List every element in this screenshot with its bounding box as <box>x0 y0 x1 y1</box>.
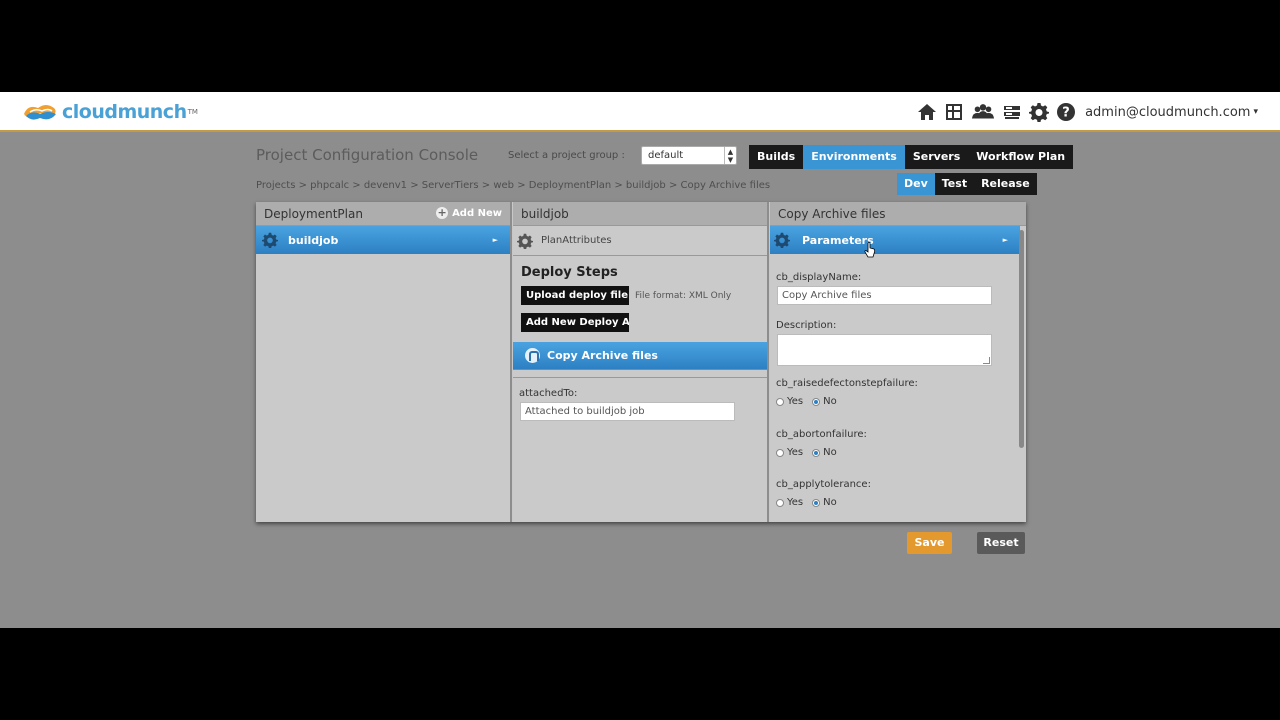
svg-text:?: ? <box>1062 106 1070 121</box>
tab-workflow-plan[interactable]: Workflow Plan <box>968 145 1073 169</box>
panels-container: DeploymentPlan + Add New buildjob ► buil… <box>256 202 1026 522</box>
servers-icon[interactable] <box>1001 101 1023 123</box>
raise-defect-radio-group: Yes No <box>770 396 1026 407</box>
chevron-right-icon: ► <box>492 236 498 244</box>
description-label: Description: <box>776 320 837 331</box>
logo-text: cloudmunch <box>62 101 187 123</box>
header-actions: ? admin@cloudmunch.com ▾ <box>911 92 1280 132</box>
user-menu[interactable]: admin@cloudmunch.com ▾ <box>1085 105 1258 120</box>
plus-icon: + <box>436 206 449 219</box>
top-bar: cloudmunch TM ? admin@cloudmunch.com ▾ <box>0 92 1280 132</box>
main-nav-tabs: Builds Environments Servers Workflow Pla… <box>749 145 1074 169</box>
app-window: cloudmunch TM ? admin@cloudmunch.com ▾ P… <box>0 92 1280 628</box>
raise-defect-no[interactable]: No <box>812 396 837 407</box>
description-textarea[interactable] <box>777 334 992 366</box>
add-new-button[interactable]: + Add New <box>436 207 502 219</box>
gear-icon[interactable] <box>1028 101 1050 123</box>
list-item-label: buildjob <box>288 233 339 247</box>
radio-yes[interactable] <box>776 498 784 507</box>
panel-header: Copy Archive files <box>770 202 1026 226</box>
scrollbar[interactable] <box>1019 230 1024 448</box>
tolerance-yes[interactable]: Yes <box>776 497 803 508</box>
plan-attributes-label: PlanAttributes <box>541 235 612 246</box>
users-icon[interactable] <box>970 101 996 123</box>
display-name-field[interactable]: Copy Archive files <box>777 286 992 305</box>
gear-icon <box>517 233 533 249</box>
deploy-step-label: Copy Archive files <box>547 349 658 362</box>
gear-icon <box>262 232 278 248</box>
abort-on-failure-label: cb_abortonfailure: <box>776 429 867 440</box>
add-new-label: Add New <box>452 207 502 219</box>
home-icon[interactable] <box>916 101 938 123</box>
save-button[interactable]: Save <box>907 532 952 554</box>
tab-servers[interactable]: Servers <box>905 145 968 169</box>
parameters-label: Parameters <box>802 233 874 247</box>
buildjob-panel: buildjob PlanAttributes Deploy Steps Upl… <box>513 202 769 522</box>
logo-trademark: TM <box>187 108 198 116</box>
abort-on-failure-radio-group: Yes No <box>770 447 1026 458</box>
abort-yes[interactable]: Yes <box>776 447 803 458</box>
panel-header: DeploymentPlan + Add New <box>256 202 510 226</box>
user-email: admin@cloudmunch.com <box>1085 104 1251 120</box>
project-group-value: default <box>648 150 684 161</box>
deployment-plan-panel: DeploymentPlan + Add New buildjob ► <box>256 202 512 522</box>
radio-label: No <box>823 396 837 407</box>
archive-icon <box>525 348 540 363</box>
display-name-label: cb_displayName: <box>776 272 862 283</box>
tab-release[interactable]: Release <box>974 173 1037 195</box>
plan-attributes-item[interactable]: PlanAttributes <box>513 226 767 256</box>
apply-tolerance-radio-group: Yes No <box>770 497 1026 508</box>
attached-to-field[interactable]: Attached to buildjob job <box>520 402 735 421</box>
radio-no-selected[interactable] <box>812 498 821 507</box>
raise-defect-yes[interactable]: Yes <box>776 396 803 407</box>
add-new-deploy-app-button[interactable]: Add New Deploy App <box>521 313 629 332</box>
tab-builds[interactable]: Builds <box>749 145 803 169</box>
gear-icon <box>774 232 790 248</box>
apply-tolerance-label: cb_applytolerance: <box>776 479 871 490</box>
tab-test[interactable]: Test <box>935 173 974 195</box>
abort-no[interactable]: No <box>812 447 837 458</box>
reset-button[interactable]: Reset <box>977 532 1025 554</box>
radio-no-selected[interactable] <box>812 448 821 457</box>
chevron-right-icon: ► <box>1002 236 1008 244</box>
radio-label: No <box>823 447 837 458</box>
environment-tabs: Dev Test Release <box>897 173 1037 195</box>
radio-label: Yes <box>787 447 804 458</box>
breadcrumb[interactable]: Projects > phpcalc > devenv1 > ServerTie… <box>256 180 770 191</box>
caret-down-icon: ▾ <box>1253 107 1258 117</box>
panel-header: buildjob <box>513 202 767 226</box>
radio-no-selected[interactable] <box>812 397 821 406</box>
logo[interactable]: cloudmunch TM <box>22 98 198 126</box>
help-icon[interactable]: ? <box>1055 101 1077 123</box>
panel-title: DeploymentPlan <box>264 207 363 221</box>
page-title: Project Configuration Console <box>256 146 479 164</box>
mouse-cursor-icon <box>864 242 876 258</box>
cloud-logo-icon <box>24 105 56 120</box>
raise-defect-label: cb_raisedefectonstepfailure: <box>776 378 918 389</box>
list-item-buildjob[interactable]: buildjob ► <box>256 226 510 254</box>
upload-deploy-file-button[interactable]: Upload deploy file <box>521 286 629 305</box>
tab-environments[interactable]: Environments <box>803 145 905 169</box>
radio-label: No <box>823 497 837 508</box>
panel-title: Copy Archive files <box>778 207 886 221</box>
tab-dev[interactable]: Dev <box>897 173 935 195</box>
attached-to-label: attachedTo: <box>519 388 578 399</box>
grid-icon[interactable] <box>943 101 965 123</box>
copy-archive-files-panel: Copy Archive files Parameters ► cb_displ… <box>770 202 1026 522</box>
radio-label: Yes <box>787 497 804 508</box>
deploy-step-copy-archive-files[interactable]: Copy Archive files <box>513 342 767 370</box>
project-group-select[interactable]: default ▲ ▼ <box>641 146 737 165</box>
radio-label: Yes <box>787 396 804 407</box>
deploy-steps-heading: Deploy Steps <box>521 265 618 280</box>
radio-yes[interactable] <box>776 397 784 406</box>
select-arrows-icon: ▲ ▼ <box>724 147 736 164</box>
tolerance-no[interactable]: No <box>812 497 837 508</box>
project-group-label: Select a project group : <box>508 150 625 161</box>
radio-yes[interactable] <box>776 448 784 457</box>
parameters-item[interactable]: Parameters ► <box>770 226 1020 254</box>
file-format-hint: File format: XML Only <box>635 290 732 301</box>
panel-title: buildjob <box>521 207 569 221</box>
